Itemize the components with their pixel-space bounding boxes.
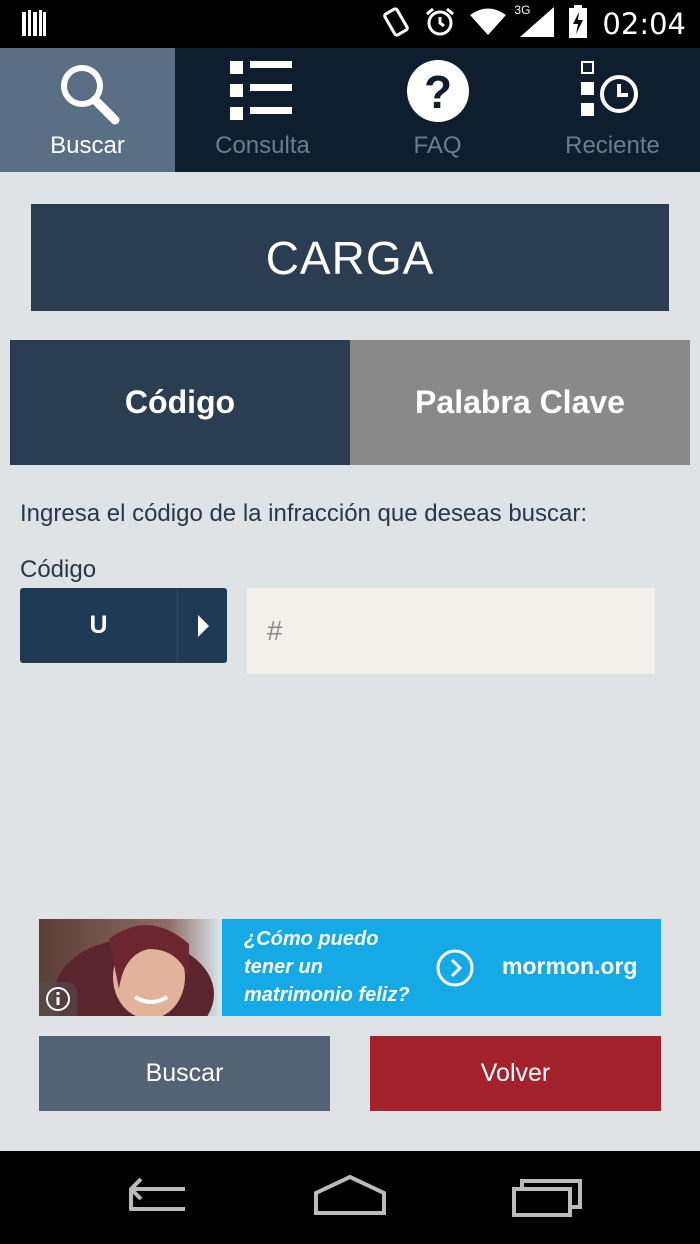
- code-prefix-value: U: [89, 611, 108, 639]
- status-bar: 3G 02:04: [0, 0, 700, 48]
- ad-text-line: matrimonio feliz?: [244, 984, 410, 1006]
- back-button[interactable]: Volver: [370, 1036, 661, 1111]
- ad-site: mormon.org: [502, 953, 638, 979]
- tab-reciente[interactable]: Reciente: [525, 48, 700, 172]
- signal-icon: 3G: [514, 3, 555, 42]
- vibrate-icon: [382, 6, 410, 43]
- clock: 02:04: [602, 7, 686, 41]
- tab-bar: Buscar Consulta ? FAQ Reciente: [0, 48, 700, 172]
- wifi-icon: [470, 8, 507, 41]
- search-icon: [53, 58, 123, 128]
- search-mode-toggle: Código Palabra Clave: [10, 340, 690, 465]
- info-icon[interactable]: [39, 982, 77, 1016]
- instruction-text: Ingresa el código de la infracción que d…: [20, 500, 588, 527]
- segment-palabra-clave[interactable]: Palabra Clave: [350, 340, 690, 465]
- code-label: Código: [20, 556, 97, 583]
- arrow-circle-icon: [435, 948, 475, 988]
- code-prefix-select[interactable]: U: [20, 588, 227, 663]
- search-button[interactable]: Buscar: [39, 1036, 330, 1111]
- tab-label: Consulta: [215, 132, 310, 159]
- tab-buscar[interactable]: Buscar: [0, 48, 175, 172]
- back-icon[interactable]: [115, 1173, 195, 1221]
- chevron-right-icon: [177, 588, 227, 663]
- barcode-icon: [22, 10, 46, 43]
- tab-label: FAQ: [413, 132, 462, 159]
- svg-text:?: ?: [423, 66, 451, 118]
- recent-icon: [578, 58, 648, 128]
- code-input[interactable]: [247, 588, 655, 674]
- page-title: CARGA: [31, 204, 669, 311]
- ad-text-line: tener un: [244, 956, 323, 978]
- ad-text: ¿Cómo puedo tener un matrimonio feliz?: [244, 925, 434, 1009]
- system-nav-bar: [0, 1151, 700, 1244]
- recents-icon[interactable]: [508, 1173, 588, 1221]
- alarm-icon: [424, 6, 456, 43]
- tab-label: Reciente: [565, 132, 660, 159]
- segment-codigo[interactable]: Código: [10, 340, 350, 465]
- help-icon: ?: [403, 58, 473, 128]
- network-type: 3G: [514, 2, 531, 17]
- tab-faq[interactable]: ? FAQ: [350, 48, 525, 172]
- tab-consulta[interactable]: Consulta: [175, 48, 350, 172]
- tab-label: Buscar: [50, 132, 125, 159]
- list-icon: [228, 58, 298, 128]
- ad-banner[interactable]: ¿Cómo puedo tener un matrimonio feliz? m…: [39, 919, 661, 1016]
- ad-text-line: ¿Cómo puedo: [244, 928, 379, 950]
- battery-charging-icon: [568, 4, 588, 44]
- home-icon[interactable]: [310, 1173, 390, 1221]
